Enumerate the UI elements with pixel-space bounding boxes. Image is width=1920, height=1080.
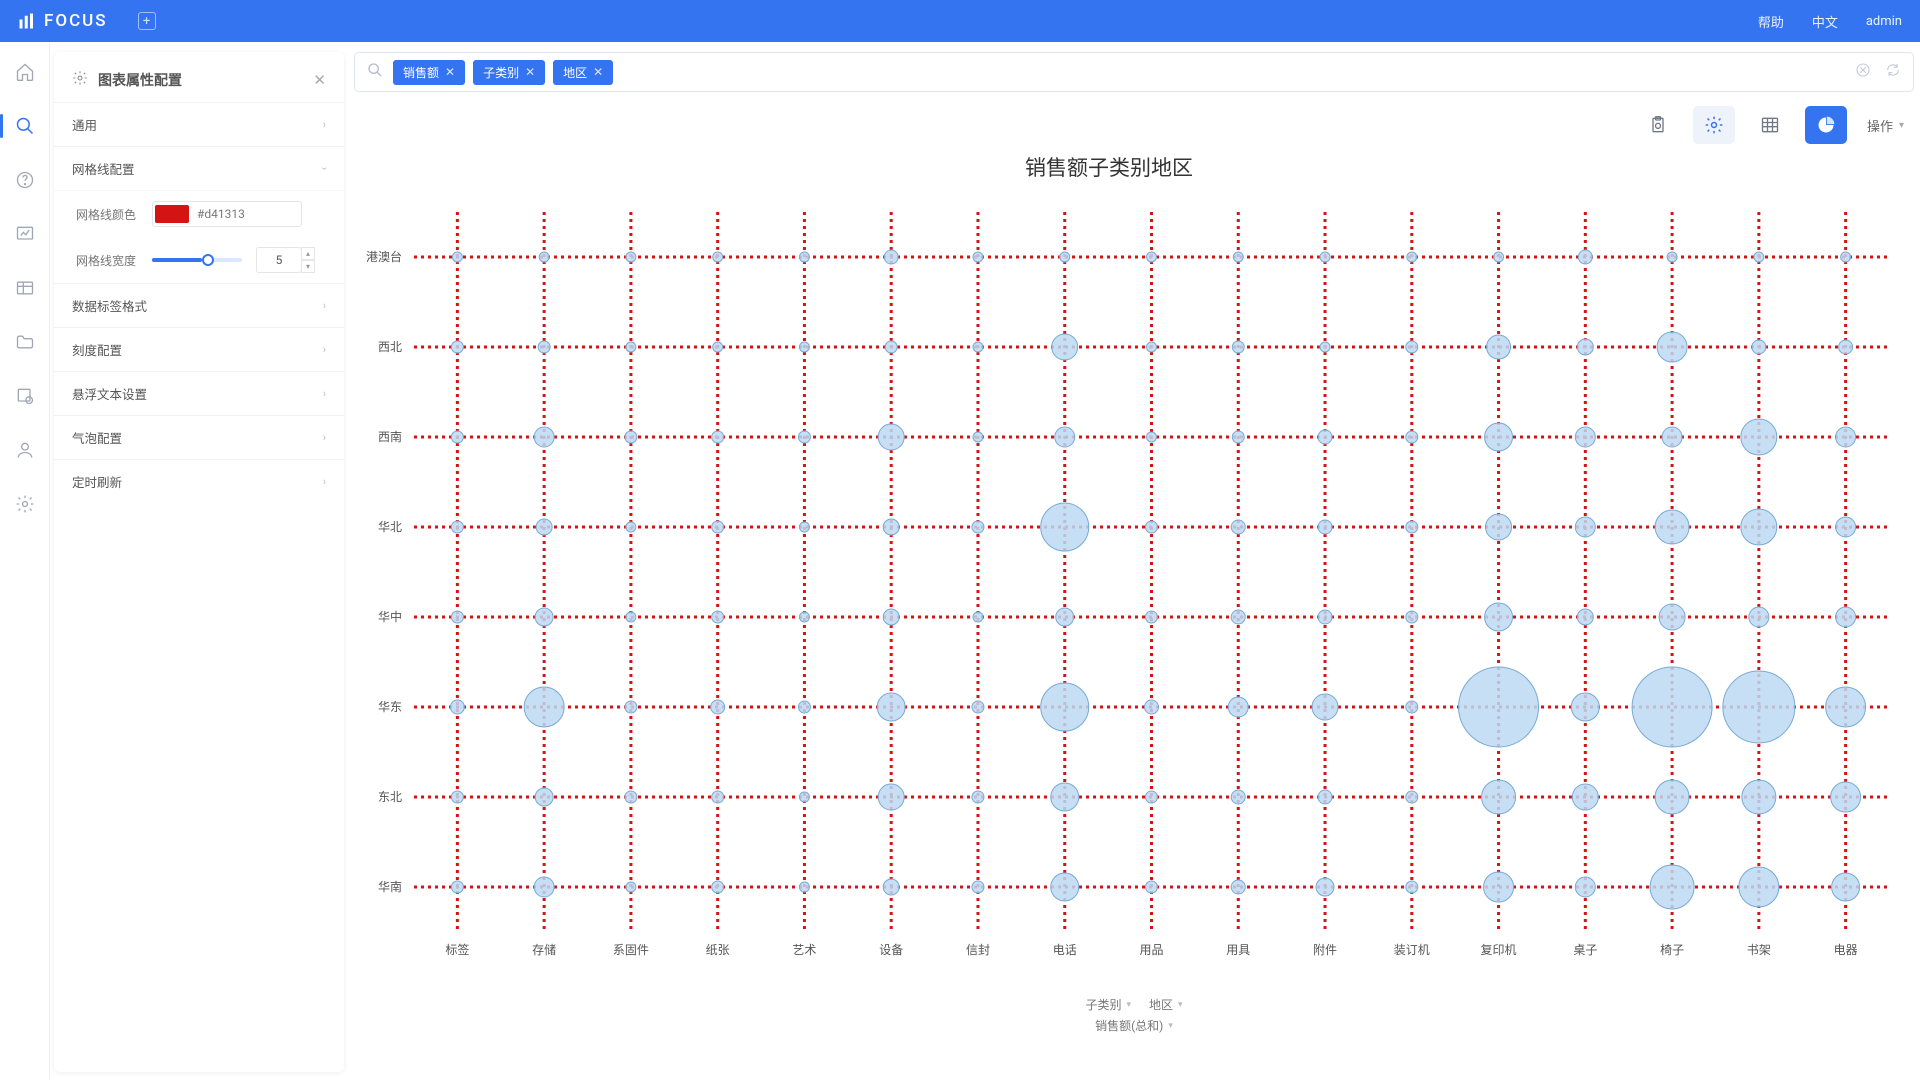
svg-text:存储: 存储 <box>532 942 556 957</box>
gridwidth-row: 网格线宽度 5 ▴▾ <box>54 237 344 283</box>
svg-text:桌子: 桌子 <box>1573 943 1597 957</box>
section-hover[interactable]: 悬浮文本设置› <box>54 371 344 415</box>
search-tag[interactable]: 地区✕ <box>553 60 613 85</box>
legend-x[interactable]: 子类别▾ <box>1085 996 1131 1013</box>
chevron-right-icon: › <box>323 387 326 400</box>
svg-text:华东: 华东 <box>378 700 402 714</box>
chart-legend-dims: 子类别▾ 地区▾ <box>354 996 1914 1013</box>
chevron-down-icon: ▾ <box>1899 120 1904 131</box>
spin-down[interactable]: ▾ <box>301 260 315 273</box>
svg-text:西南: 西南 <box>378 429 402 444</box>
chevron-down-icon: ▾ <box>1168 1021 1173 1031</box>
chevron-down-icon: ▾ <box>1178 1000 1183 1010</box>
chevron-right-icon: › <box>323 343 326 356</box>
svg-text:用品: 用品 <box>1139 943 1163 957</box>
nav-table-icon[interactable] <box>13 276 37 300</box>
gridwidth-label: 网格线宽度 <box>76 252 152 269</box>
svg-text:系固件: 系固件 <box>613 943 649 957</box>
section-scale[interactable]: 刻度配置› <box>54 327 344 371</box>
chevron-right-icon: › <box>323 431 326 444</box>
svg-text:电器: 电器 <box>1834 943 1858 957</box>
search-tag[interactable]: 销售额✕ <box>393 60 465 85</box>
search-bar[interactable]: 销售额✕ 子类别✕ 地区✕ <box>354 52 1914 92</box>
operate-dropdown[interactable]: 操作▾ <box>1867 116 1904 135</box>
section-refresh[interactable]: 定时刷新› <box>54 459 344 503</box>
nav-settings-icon[interactable] <box>13 492 37 516</box>
search-icon <box>367 62 383 82</box>
clipboard-button[interactable] <box>1637 106 1679 144</box>
svg-text:纸张: 纸张 <box>706 943 730 957</box>
left-nav <box>0 42 50 1080</box>
search-tag[interactable]: 子类别✕ <box>473 60 545 85</box>
chart-title: 销售额子类别地区 <box>354 152 1914 182</box>
gridwidth-value[interactable]: 5 <box>256 247 302 273</box>
svg-text:电话: 电话 <box>1053 943 1077 957</box>
svg-text:西北: 西北 <box>378 340 402 354</box>
nav-chart-icon[interactable] <box>13 222 37 246</box>
gear-icon <box>72 70 88 90</box>
lang-link[interactable]: 中文 <box>1812 12 1838 31</box>
section-datalabel[interactable]: 数据标签格式› <box>54 283 344 327</box>
svg-text:书架: 书架 <box>1747 943 1771 957</box>
nav-user-icon[interactable] <box>13 438 37 462</box>
tag-remove-icon[interactable]: ✕ <box>525 65 535 79</box>
svg-text:华南: 华南 <box>378 879 402 894</box>
chevron-down-icon: › <box>318 167 331 170</box>
main-area: 销售额✕ 子类别✕ 地区✕ 操作▾ 销售额子类别地区 港澳台西北西南华北华中华东… <box>354 52 1914 1072</box>
section-general[interactable]: 通用› <box>54 102 344 146</box>
user-link[interactable]: admin <box>1866 14 1902 29</box>
svg-text:设备: 设备 <box>879 943 903 957</box>
table-view-button[interactable] <box>1749 106 1791 144</box>
gridcolor-row: 网格线颜色 #d41313 <box>54 191 344 237</box>
nav-folder-icon[interactable] <box>13 330 37 354</box>
chart-property-panel: 图表属性配置 ✕ 通用› 网格线配置› 网格线颜色 #d41313 网格线宽度 … <box>54 52 344 1072</box>
svg-text:港澳台: 港澳台 <box>366 249 402 264</box>
chevron-down-icon: ▾ <box>1126 1000 1131 1010</box>
tag-remove-icon[interactable]: ✕ <box>445 65 455 79</box>
gridcolor-input[interactable]: #d41313 <box>152 201 302 227</box>
section-gridline[interactable]: 网格线配置› <box>54 146 344 190</box>
chart-view-button[interactable] <box>1805 106 1847 144</box>
svg-text:华北: 华北 <box>378 520 402 534</box>
svg-text:用具: 用具 <box>1226 943 1250 957</box>
legend-y[interactable]: 地区▾ <box>1149 996 1183 1013</box>
help-link[interactable]: 帮助 <box>1758 12 1784 31</box>
settings-button[interactable] <box>1693 106 1735 144</box>
topbar: FOCUS + 帮助 中文 admin <box>0 0 1920 42</box>
clear-icon[interactable] <box>1855 62 1871 82</box>
chart-toolbar: 操作▾ <box>354 106 1914 144</box>
svg-text:标签: 标签 <box>445 942 469 957</box>
gridcolor-label: 网格线颜色 <box>76 206 152 223</box>
nav-search-icon[interactable] <box>13 114 37 138</box>
chevron-right-icon: › <box>323 118 326 131</box>
logo-icon <box>18 12 36 30</box>
panel-title: 图表属性配置 <box>98 70 182 90</box>
nav-home-icon[interactable] <box>13 60 37 84</box>
chevron-right-icon: › <box>323 475 326 488</box>
svg-text:椅子: 椅子 <box>1660 943 1684 957</box>
svg-text:附件: 附件 <box>1313 943 1337 957</box>
svg-text:华中: 华中 <box>378 609 402 624</box>
legend-measure[interactable]: 销售额(总和)▾ <box>1095 1017 1173 1034</box>
bubble-chart[interactable]: 港澳台西北西南华北华中华东东北华南标签 存储 系固件 纸张 艺术 设备 信封 电话 用品 用具 附件… <box>354 192 1899 992</box>
svg-text:东北: 东北 <box>378 790 402 804</box>
section-bubble[interactable]: 气泡配置› <box>54 415 344 459</box>
brand-text: FOCUS <box>44 11 108 31</box>
gridcolor-value: #d41313 <box>197 207 245 221</box>
gridwidth-slider[interactable] <box>152 258 242 262</box>
add-button[interactable]: + <box>138 12 156 30</box>
chevron-right-icon: › <box>323 299 326 312</box>
color-swatch <box>155 205 189 223</box>
svg-text:装订机: 装订机 <box>1394 943 1430 957</box>
close-icon[interactable]: ✕ <box>313 71 326 89</box>
chart-legend-measure: 销售额(总和)▾ <box>354 1017 1914 1034</box>
nav-help-icon[interactable] <box>13 168 37 192</box>
tag-remove-icon[interactable]: ✕ <box>593 65 603 79</box>
refresh-icon[interactable] <box>1885 62 1901 82</box>
svg-text:信封: 信封 <box>966 943 990 957</box>
svg-text:艺术: 艺术 <box>792 943 816 957</box>
nav-db-icon[interactable] <box>13 384 37 408</box>
svg-text:复印机: 复印机 <box>1481 943 1517 957</box>
spin-up[interactable]: ▴ <box>301 247 315 260</box>
